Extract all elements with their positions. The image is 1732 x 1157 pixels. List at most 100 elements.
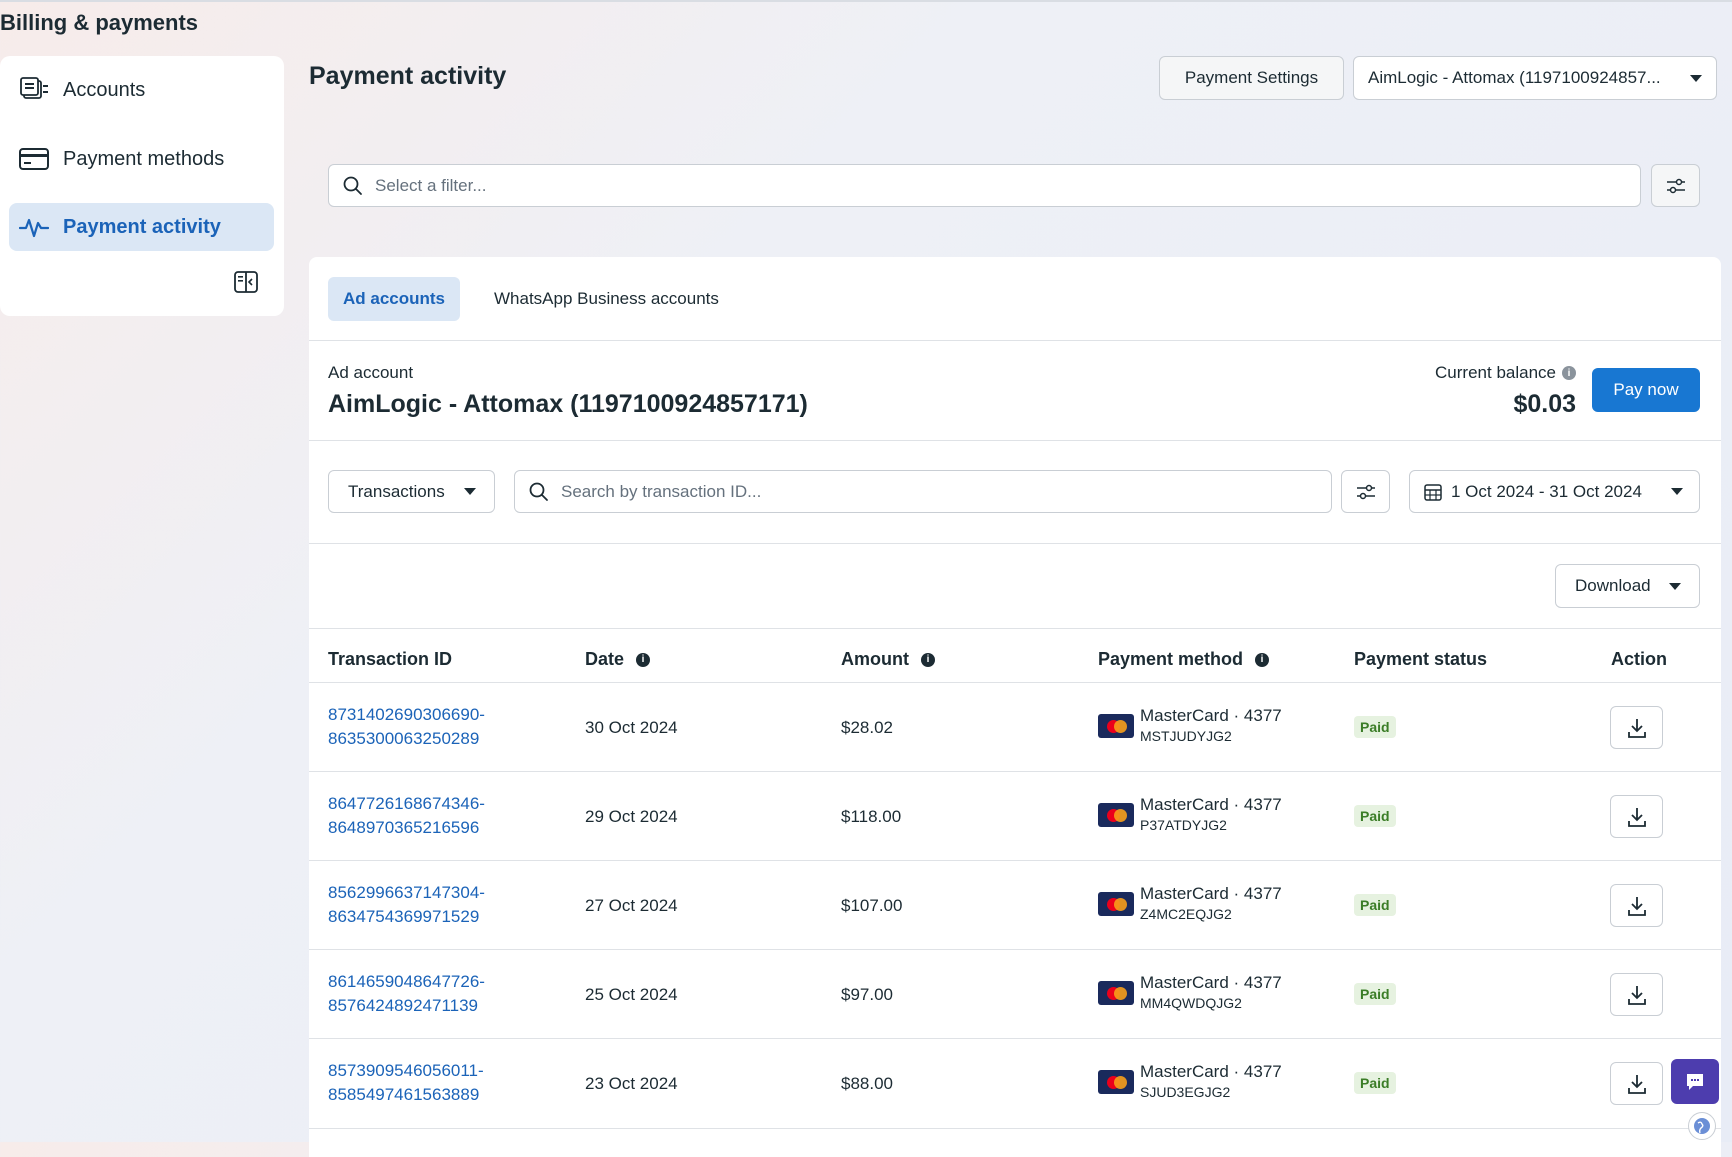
payment-activity-card: Ad accounts WhatsApp Business accounts A…: [309, 257, 1721, 1157]
status-badge: Paid: [1354, 894, 1396, 916]
mastercard-icon: [1098, 802, 1134, 827]
transaction-id-part: 8614659048647726-: [328, 972, 485, 991]
status-badge: Paid: [1354, 983, 1396, 1005]
transaction-search-input[interactable]: [559, 480, 1331, 503]
search-icon: [343, 176, 363, 196]
search-icon: [529, 482, 549, 502]
activity-icon: [18, 213, 50, 241]
chevron-down-icon: [1690, 74, 1702, 82]
download-receipt-button[interactable]: [1610, 973, 1663, 1016]
globe-icon[interactable]: [1688, 1112, 1716, 1140]
transaction-amount: $107.00: [841, 896, 903, 915]
app-title: Billing & payments: [0, 10, 199, 35]
collapse-panel-icon: [234, 270, 258, 298]
transaction-id-part: 8731402690306690-: [328, 705, 485, 724]
transaction-id-link[interactable]: 8647726168674346- 8648970365216596: [328, 792, 485, 840]
chat-support-button[interactable]: [1671, 1059, 1719, 1104]
transaction-amount: $118.00: [841, 807, 902, 826]
transaction-id-link[interactable]: 8573909546056011- 8585497461563889: [328, 1059, 484, 1107]
transaction-id-part: 8576424892471139: [328, 996, 479, 1015]
status-badge: Paid: [1354, 1072, 1396, 1094]
transaction-date: 29 Oct 2024: [585, 807, 678, 826]
filter-input[interactable]: [373, 174, 1640, 197]
sidebar-item-payment-activity[interactable]: Payment activity: [9, 203, 274, 251]
sliders-icon: [1666, 177, 1686, 195]
credit-card-icon: [18, 145, 50, 173]
ad-account-label: Ad account: [328, 363, 414, 382]
download-receipt-button[interactable]: [1610, 706, 1663, 749]
download-icon: [1627, 717, 1647, 739]
info-icon[interactable]: i: [636, 652, 651, 667]
column-header-payment-status: Payment status: [1354, 649, 1487, 670]
transaction-id-part: 8635300063250289: [328, 729, 480, 748]
status-badge: Paid: [1354, 716, 1396, 738]
mastercard-icon: [1098, 1069, 1134, 1094]
column-header-label: Payment method: [1098, 649, 1244, 669]
sidebar: Accounts Payment methods Payment activit…: [0, 56, 284, 316]
download-receipt-button[interactable]: [1610, 884, 1663, 927]
transaction-filter-button[interactable]: [1341, 470, 1390, 513]
payment-reference: SJUD3EGJG2: [1140, 1084, 1231, 1100]
download-receipt-button[interactable]: [1610, 1062, 1663, 1105]
payment-method-name: MasterCard · 4377: [1140, 884, 1282, 903]
table-row: 8731402690306690- 8635300063250289 30 Oct…: [309, 682, 1721, 772]
chevron-down-icon: [1671, 488, 1683, 495]
payment-settings-button[interactable]: Payment Settings: [1159, 56, 1344, 100]
table-row: 8647726168674346- 8648970365216596 29 Oct…: [309, 771, 1721, 861]
filter-field[interactable]: [328, 164, 1641, 207]
column-header-payment-method: Payment method i: [1098, 649, 1270, 670]
mastercard-icon: [1098, 980, 1134, 1005]
filter-settings-button[interactable]: [1651, 164, 1700, 207]
calendar-icon: [1424, 483, 1442, 501]
mastercard-icon: [1098, 713, 1134, 738]
divider: [309, 440, 1721, 441]
sidebar-item-accounts[interactable]: Accounts: [9, 66, 274, 114]
date-range-picker[interactable]: 1 Oct 2024 - 31 Oct 2024: [1409, 470, 1700, 513]
payment-reference: Z4MC2EQJG2: [1140, 906, 1232, 922]
sidebar-item-label: Payment activity: [63, 215, 221, 238]
transaction-id-link[interactable]: 8614659048647726- 8576424892471139: [328, 970, 485, 1018]
download-icon: [1627, 895, 1647, 917]
download-receipt-button[interactable]: [1610, 795, 1663, 838]
info-icon[interactable]: i: [1562, 366, 1576, 380]
table-row: 8614659048647726- 8576424892471139 25 Oct…: [309, 949, 1721, 1039]
collapse-sidebar-button[interactable]: [232, 270, 260, 298]
payment-method: MasterCard · 4377 P37ATDYJG2: [1098, 794, 1282, 835]
current-balance-label: Current balance i: [1435, 363, 1576, 383]
status-badge: Paid: [1354, 805, 1396, 827]
account-selector[interactable]: AimLogic - Attomax (1197100924857...: [1353, 56, 1717, 100]
transaction-id-link[interactable]: 8562996637147304- 8634754369971529: [328, 881, 485, 929]
tab-whatsapp-business-accounts[interactable]: WhatsApp Business accounts: [494, 277, 719, 321]
chevron-down-icon: [464, 488, 476, 495]
info-icon[interactable]: i: [1255, 652, 1270, 667]
column-header-action: Action: [1611, 649, 1667, 670]
download-dropdown[interactable]: Download: [1555, 564, 1700, 608]
column-header-amount: Amount i: [841, 649, 935, 670]
page-title: Payment activity: [309, 62, 507, 90]
sidebar-item-payment-methods[interactable]: Payment methods: [9, 135, 274, 183]
current-balance-text: Current balance: [1435, 363, 1556, 382]
transaction-date: 27 Oct 2024: [585, 896, 678, 915]
column-header-date: Date i: [585, 649, 651, 670]
info-icon[interactable]: i: [920, 652, 935, 667]
download-icon: [1627, 806, 1647, 828]
current-balance-value: $0.03: [1513, 390, 1576, 418]
column-header-label: Payment status: [1354, 649, 1488, 669]
column-header-label: Action: [1611, 649, 1667, 669]
pay-now-button[interactable]: Pay now: [1592, 368, 1700, 412]
transactions-dropdown[interactable]: Transactions: [328, 470, 495, 513]
payment-reference: MM4QWDQJG2: [1140, 995, 1242, 1011]
transaction-id-part: 8647726168674346-: [328, 794, 485, 813]
divider: [309, 628, 1721, 629]
transaction-search-field[interactable]: [514, 470, 1332, 513]
transaction-id-part: 8634754369971529: [328, 907, 480, 926]
chat-icon: [1684, 1071, 1706, 1093]
download-icon: [1627, 1073, 1647, 1095]
transaction-amount: $28.02: [841, 718, 893, 737]
transactions-dropdown-label: Transactions: [348, 481, 445, 501]
transaction-id-link[interactable]: 8731402690306690- 8635300063250289: [328, 703, 485, 751]
payment-method: MasterCard · 4377 SJUD3EGJG2: [1098, 1061, 1282, 1102]
download-label: Download: [1575, 576, 1651, 595]
account-selector-value: AimLogic - Attomax (1197100924857...: [1368, 68, 1661, 87]
tab-ad-accounts[interactable]: Ad accounts: [328, 277, 461, 321]
